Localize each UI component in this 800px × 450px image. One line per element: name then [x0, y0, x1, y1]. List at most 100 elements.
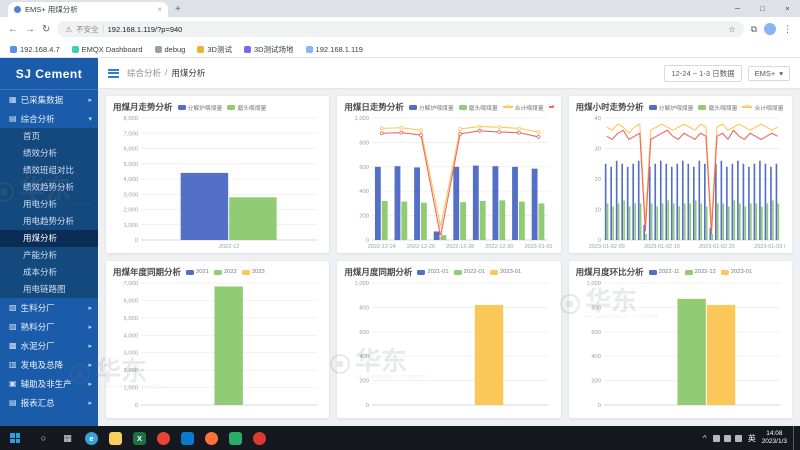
- start-button[interactable]: [0, 426, 30, 450]
- chrome-icon[interactable]: [153, 426, 174, 450]
- new-tab-button[interactable]: +: [175, 2, 181, 17]
- browser-menu-icon[interactable]: ⋮: [783, 24, 792, 35]
- sidebar-item[interactable]: ▨熟料分厂▸: [0, 317, 98, 336]
- sidebar: SJ Cement ▦已采集数据▸▤综合分析▾首页绩效分析绩效班组对比绩效趋势分…: [0, 58, 98, 426]
- task-view-icon[interactable]: ▦: [57, 426, 78, 450]
- bookmark-item[interactable]: 192.168.1.119: [306, 45, 363, 54]
- legend-item[interactable]: 2022-01: [454, 269, 485, 275]
- maximize-button[interactable]: □: [750, 0, 775, 17]
- legend-item[interactable]: 磨头喂煤量: [227, 103, 266, 112]
- svg-text:2023-01-01: 2023-01-01: [525, 244, 553, 250]
- sidebar-subitem[interactable]: 产能分析: [0, 247, 98, 264]
- legend-item[interactable]: 分解炉喂煤量: [649, 103, 694, 112]
- back-icon[interactable]: ←: [8, 24, 18, 35]
- breadcrumb-current: 用煤分析: [171, 67, 205, 79]
- extensions-icon[interactable]: ⧉: [751, 24, 757, 35]
- bookmark-item[interactable]: 3D测试场地: [244, 44, 294, 55]
- svg-text:2022-12-30: 2022-12-30: [486, 244, 514, 250]
- reload-icon[interactable]: ↻: [42, 24, 50, 35]
- profile-avatar[interactable]: [764, 23, 776, 35]
- svg-text:4,000: 4,000: [123, 333, 138, 339]
- menu-toggle-icon[interactable]: [108, 69, 119, 78]
- sidebar-item[interactable]: ▤综合分析▾: [0, 109, 98, 128]
- sidebar-subitem[interactable]: 用煤分析: [0, 230, 98, 247]
- legend-item[interactable]: 分解炉喂煤量: [409, 103, 454, 112]
- legend-bar-marker-icon: [490, 270, 498, 275]
- legend-item[interactable]: 2023-01: [490, 269, 521, 275]
- sidebar-item[interactable]: ▤报表汇总▸: [0, 393, 98, 412]
- security-label: 不安全: [76, 24, 99, 35]
- legend-item[interactable]: 2023-01: [721, 269, 752, 275]
- svg-text:2022-12-26: 2022-12-26: [407, 244, 435, 250]
- top-bar: 综合分析 / 用煤分析 12-24 ~ 1-3 日数据 EMS+ ▾: [98, 58, 800, 88]
- minimize-button[interactable]: ─: [725, 0, 750, 17]
- legend-item[interactable]: 分解炉喂煤量: [178, 103, 223, 112]
- ime-indicator[interactable]: 英: [748, 433, 756, 444]
- taskbar-clock[interactable]: 14:08 2023/1/3: [762, 430, 787, 446]
- tray-icons: [713, 435, 742, 442]
- excel-icon[interactable]: X: [129, 426, 150, 450]
- windows-logo-icon: [10, 433, 20, 443]
- bookmark-star-icon[interactable]: ☆: [728, 25, 735, 34]
- sidebar-subitem[interactable]: 首页: [0, 128, 98, 145]
- legend-bar-marker-icon: [649, 105, 657, 110]
- address-bar[interactable]: ⚠ 不安全 192.168.1.119/?p=940 ☆: [57, 21, 743, 37]
- vscode-icon[interactable]: [177, 426, 198, 450]
- env-select[interactable]: EMS+ ▾: [748, 66, 790, 81]
- forward-icon[interactable]: →: [25, 24, 35, 35]
- qq-icon[interactable]: [249, 426, 270, 450]
- legend-item[interactable]: 磨头喂煤量: [459, 103, 498, 112]
- sidebar-subitem[interactable]: 用电分析: [0, 196, 98, 213]
- legend-item[interactable]: 2021-01: [417, 269, 448, 275]
- legend-item[interactable]: 磨头喂煤量: [698, 103, 737, 112]
- browser-tab[interactable]: EMS+ 用煤分析 ×: [8, 2, 168, 17]
- tab-close-icon[interactable]: ×: [157, 5, 162, 14]
- search-icon[interactable]: ○: [33, 426, 54, 450]
- legend-label: 分解炉喂煤量: [188, 103, 223, 112]
- legend-item[interactable]: 2022-12: [685, 269, 716, 275]
- sidebar-item[interactable]: ▣辅助及非生产▸: [0, 374, 98, 393]
- chart-plot: 01,0002,0003,0004,0005,0006,0007,000: [113, 278, 322, 416]
- sidebar-subitem[interactable]: 绩效分析: [0, 145, 98, 162]
- sidebar-item[interactable]: ▥发电及总降▸: [0, 355, 98, 374]
- bookmark-favicon-icon: [72, 46, 79, 53]
- edge-icon[interactable]: e: [81, 426, 102, 450]
- date-range-display[interactable]: 12-24 ~ 1-3 日数据: [664, 65, 741, 82]
- file-explorer-icon[interactable]: [105, 426, 126, 450]
- legend-item[interactable]: 2022-11: [649, 269, 680, 275]
- legend-item[interactable]: 煤磨产量: [549, 103, 554, 112]
- chevron-icon: ▸: [88, 96, 92, 104]
- chart-legend: 2021 2022 2023: [186, 269, 265, 275]
- sidebar-item[interactable]: ▩水泥分厂▸: [0, 336, 98, 355]
- sidebar-menu: ▦已采集数据▸▤综合分析▾首页绩效分析绩效班组对比绩效趋势分析用电分析用电趋势分…: [0, 90, 98, 412]
- close-window-button[interactable]: ×: [775, 0, 800, 17]
- svg-text:7,000: 7,000: [123, 131, 138, 137]
- wechat-icon[interactable]: [225, 426, 246, 450]
- chart-legend: 分解炉喂煤量磨头喂煤量: [178, 103, 267, 112]
- sidebar-subitem[interactable]: 绩效班组对比: [0, 162, 98, 179]
- bookmark-item[interactable]: 192.168.4.7: [10, 45, 60, 54]
- bookmark-item[interactable]: debug: [155, 45, 186, 54]
- legend-item[interactable]: 2022: [214, 269, 237, 275]
- tray-message-icon[interactable]: [735, 435, 742, 442]
- legend-item[interactable]: 合计喂煤量: [742, 103, 783, 112]
- sidebar-item[interactable]: ▦已采集数据▸: [0, 90, 98, 109]
- tray-chevron-icon[interactable]: ^: [703, 434, 707, 443]
- legend-label: 磨头喂煤量: [708, 103, 737, 112]
- bookmark-item[interactable]: EMQX Dashboard: [72, 45, 143, 54]
- breadcrumb-item[interactable]: 综合分析: [127, 67, 161, 79]
- sidebar-subitem[interactable]: 用电链路图: [0, 281, 98, 298]
- tray-network-icon[interactable]: [713, 435, 720, 442]
- sidebar-subitem[interactable]: 绩效趋势分析: [0, 179, 98, 196]
- legend-item[interactable]: 合计喂煤量: [503, 103, 544, 112]
- legend-item[interactable]: 2023: [242, 269, 265, 275]
- legend-item[interactable]: 2021: [186, 269, 209, 275]
- bookmark-item[interactable]: 3D测试: [197, 44, 232, 55]
- firefox-icon[interactable]: [201, 426, 222, 450]
- tray-volume-icon[interactable]: [724, 435, 731, 442]
- show-desktop-button[interactable]: [793, 426, 797, 450]
- sidebar-subitem[interactable]: 用电趋势分析: [0, 213, 98, 230]
- sidebar-subitem[interactable]: 成本分析: [0, 264, 98, 281]
- svg-text:1,000: 1,000: [355, 116, 370, 122]
- sidebar-item[interactable]: ▧生料分厂▸: [0, 298, 98, 317]
